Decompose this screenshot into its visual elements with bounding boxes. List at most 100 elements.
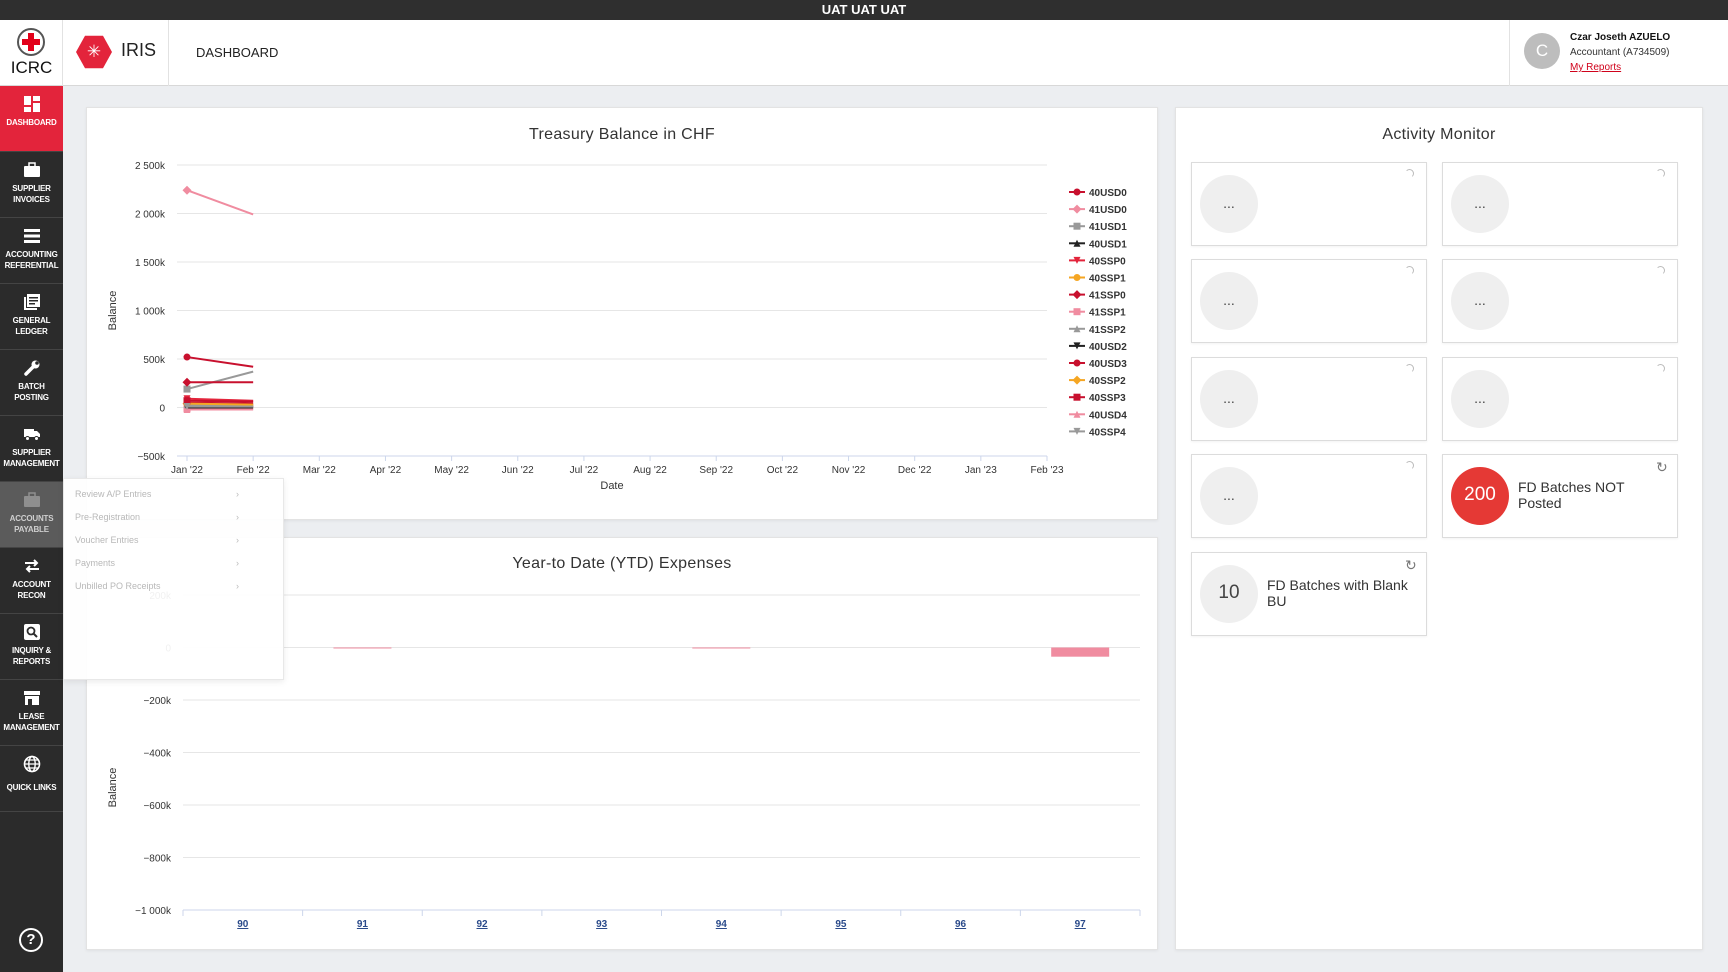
bar [1051,647,1110,657]
tile-value: ... [1200,467,1258,525]
sidebar-item-inquiry-reports[interactable]: INQUIRY & REPORTS [0,614,63,680]
chevron-right-icon: › [236,535,239,545]
legend-label: 41SSP0 [1089,291,1126,302]
x-category-label[interactable]: 91 [357,919,369,930]
avatar[interactable]: C [1524,33,1560,69]
app-name: IRIS [121,40,157,60]
environment-banner: UAT UAT UAT [0,0,1728,20]
arrows-icon [23,557,41,575]
sidebar-item-dashboard[interactable]: DASHBOARD [0,86,63,152]
x-tick-label: Jan '22 [171,465,203,476]
activity-tile[interactable]: ... [1191,259,1427,343]
x-category-label[interactable]: 95 [835,919,847,930]
legend-label: 40SSP2 [1089,376,1126,387]
activity-tile[interactable]: ... [1191,454,1427,538]
page-title: DASHBOARD [196,45,279,60]
legend-label: 40SSP3 [1089,393,1126,404]
sidebar-item-account-recon[interactable]: ACCOUNT RECON [0,548,63,614]
sidebar: DASHBOARD SUPPLIER INVOICES ACCOUNTING R… [0,86,63,972]
x-category-label[interactable]: 93 [596,919,608,930]
legend-label: 40USD0 [1089,188,1127,199]
tile-value: ... [1451,175,1509,233]
legend-label: 40USD2 [1089,342,1127,353]
legend-marker [1073,222,1081,230]
loading-spinner-icon [1405,461,1414,470]
activity-monitor-card: Activity Monitor ... ... ... ... ... ...… [1175,107,1703,950]
refresh-icon[interactable]: ↻ [1656,460,1670,474]
sidebar-item-label: ACCOUNTS PAYABLE [9,514,54,534]
treasury-balance-card: Treasury Balance in CHF 2 500k 2 000k 1 50… [86,107,1158,520]
x-category-label[interactable]: 92 [477,919,489,930]
legend-label: 40SSP4 [1089,427,1126,438]
y-tick-label: 2 000k [135,210,166,221]
iris-app-logo[interactable]: ✳ IRIS [63,20,169,86]
sidebar-item-quick-links[interactable]: QUICK LINKS [0,746,63,812]
y-tick-label: −1 000k [135,906,172,917]
y-tick-label: 0 [159,404,165,415]
sidebar-item-label: GENERAL LEDGER [12,316,51,336]
sidebar-item-label: ACCOUNT RECON [12,580,51,600]
flyout-item-voucher-entries[interactable]: Voucher Entries › [64,531,283,554]
accounts-payable-flyout: Review A/P Entries › Pre-Registration › Vo… [63,478,284,680]
flyout-item-review-ap-entries[interactable]: Review A/P Entries › [64,485,283,508]
activity-tile[interactable]: ... [1442,357,1678,441]
help-icon[interactable]: ? [19,928,43,952]
tile-value: 10 [1200,565,1258,623]
icrc-logo-text: ICRC [10,58,53,77]
tile-value: ... [1200,272,1258,330]
sidebar-item-label: SUPPLIER MANAGEMENT [3,448,60,468]
legend-label: 41SSP2 [1089,325,1126,336]
activity-monitor-title: Activity Monitor [1382,126,1496,143]
x-tick-label: May '22 [434,465,469,476]
x-category-label[interactable]: 97 [1075,919,1087,930]
y-tick-label: −500k [137,452,166,463]
legend-label: 40USD4 [1089,410,1127,421]
activity-tile[interactable]: ... [1191,162,1427,246]
tile-label: FD Batches NOT Posted [1518,479,1625,511]
loading-spinner-icon [1656,364,1665,373]
x-category-label[interactable]: 96 [955,919,967,930]
user-profile: C Czar Joseth AZUELO Accountant (A734509… [1509,20,1728,86]
legend-marker [1073,393,1081,401]
iris-hexagon-icon: ✳ [76,35,112,69]
data-point [182,185,192,195]
my-reports-link[interactable]: My Reports [1570,62,1621,73]
sidebar-item-general-ledger[interactable]: GENERAL LEDGER [0,284,63,350]
sidebar-item-batch-posting[interactable]: BATCH POSTING [0,350,63,416]
bar [692,647,751,649]
series-line [186,402,254,406]
globe-icon [23,755,41,773]
ledger-icon [23,293,41,311]
tile-value: ... [1451,370,1509,428]
sidebar-item-label: DASHBOARD [6,118,57,127]
activity-tile-fd-batches-blank-bu[interactable]: 10 FD Batches with Blank BU ↻ [1191,552,1427,636]
sidebar-item-supplier-management[interactable]: SUPPLIER MANAGEMENT [0,416,63,482]
bar [333,647,392,649]
activity-tile[interactable]: ... [1442,162,1678,246]
legend-marker [1073,188,1081,196]
activity-tile[interactable]: ... [1442,259,1678,343]
sidebar-item-label: BATCH POSTING [14,382,49,402]
x-category-label[interactable]: 94 [716,919,728,930]
treasury-balance-chart: 2 500k 2 000k 1 500k 1 000k 500k 0 −500k Jan '2… [107,161,1127,492]
sidebar-item-supplier-invoices[interactable]: SUPPLIER INVOICES [0,152,63,218]
legend-label: 40USD3 [1089,359,1127,370]
flyout-item-payments[interactable]: Payments › [64,554,283,577]
refresh-icon[interactable]: ↻ [1405,558,1419,572]
activity-tile-fd-batches-not-posted[interactable]: 200 FD Batches NOT Posted ↻ [1442,454,1678,538]
list-icon [23,227,41,245]
sidebar-item-lease-management[interactable]: LEASE MANAGEMENT [0,680,63,746]
tile-value: ... [1451,272,1509,330]
legend-marker [1072,290,1082,300]
x-tick-label: Jan '23 [965,465,997,476]
y-tick-label: −400k [143,749,172,760]
legend-marker [1073,274,1081,281]
sidebar-item-accounts-payable[interactable]: ACCOUNTS PAYABLE [0,482,63,548]
x-category-label[interactable]: 90 [237,919,249,930]
icrc-logo[interactable]: ICRC [0,20,63,86]
flyout-item-pre-registration[interactable]: Pre-Registration › [64,508,283,531]
activity-tile[interactable]: ... [1191,357,1427,441]
flyout-item-unbilled-po-receipts[interactable]: Unbilled PO Receipts › [64,577,283,600]
sidebar-item-accounting-referential[interactable]: ACCOUNTING REFERENTIAL [0,218,63,284]
loading-spinner-icon [1405,364,1414,373]
